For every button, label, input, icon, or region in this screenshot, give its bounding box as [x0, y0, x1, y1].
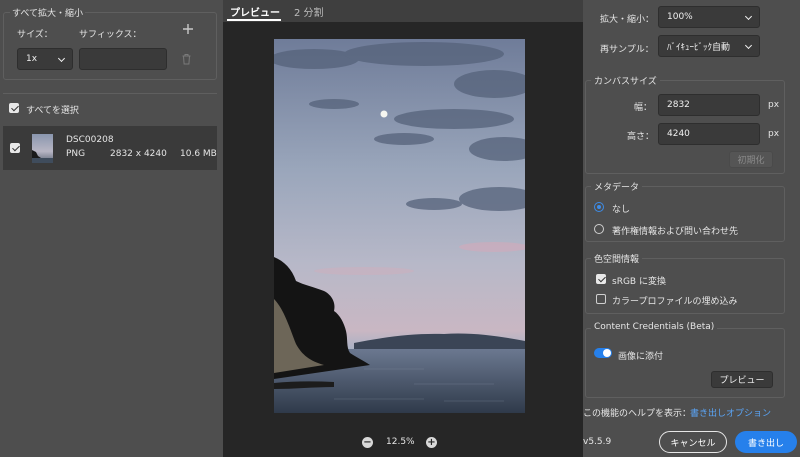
- scale-label: 拡大・縮小：: [600, 15, 655, 25]
- zoom-out-icon[interactable]: −: [362, 437, 373, 448]
- chevron-down-icon: [57, 54, 66, 63]
- metadata-copyright-radio[interactable]: [594, 224, 604, 234]
- resample-select[interactable]: ﾊﾞｲｷｭｰﾋﾞｯｸ自動: [658, 35, 760, 57]
- scale-select[interactable]: 100%: [658, 6, 760, 28]
- preview-image: [274, 39, 525, 413]
- width-input-value: 2832: [667, 100, 690, 110]
- suffix-label: サフィックス：: [79, 30, 142, 40]
- scale-all-title: すべて拡大・縮小: [10, 6, 86, 19]
- trash-icon[interactable]: [181, 53, 192, 65]
- cancel-button[interactable]: キャンセル: [659, 431, 727, 453]
- plus-icon[interactable]: [182, 23, 194, 35]
- srgb-checkbox[interactable]: [596, 274, 606, 284]
- resample-select-value: ﾊﾞｲｷｭｰﾋﾞｯｸ自動: [667, 42, 731, 53]
- zoom-in-icon[interactable]: +: [426, 437, 437, 448]
- chevron-down-icon: [744, 41, 753, 50]
- select-all-label: すべてを選択: [26, 106, 79, 116]
- width-label: 幅：: [634, 103, 653, 113]
- file-row-checkbox[interactable]: [10, 143, 20, 153]
- tab-preview[interactable]: プレビュー: [230, 4, 280, 19]
- zoom-level: 12.5%: [386, 437, 415, 447]
- metadata-none-label: なし: [612, 205, 631, 215]
- canvas-size-title: カンバスサイズ: [591, 74, 660, 87]
- height-input-value: 4240: [667, 129, 690, 139]
- suffix-input[interactable]: [79, 48, 167, 70]
- scale-select-value: 100%: [667, 12, 693, 22]
- help-link[interactable]: 書き出しオプション: [690, 406, 771, 419]
- file-dimensions: 2832 x 4240: [110, 149, 167, 159]
- left-panel: すべて拡大・縮小 サイズ： サフィックス： 1x すべてを選択 DSC00208…: [0, 0, 222, 457]
- file-row[interactable]: DSC00208 PNG 2832 x 4240 10.6 MB: [3, 126, 217, 170]
- height-unit: px: [768, 129, 780, 139]
- chevron-down-icon: [744, 12, 753, 21]
- size-select-value: 1x: [26, 54, 38, 64]
- color-space-title: 色空間情報: [591, 252, 643, 265]
- active-tab-indicator: [227, 19, 281, 21]
- embed-profile-checkbox[interactable]: [596, 294, 606, 304]
- height-label: 高さ：: [627, 132, 655, 142]
- file-size: 10.6 MB: [180, 149, 217, 159]
- srgb-label: sRGB に変換: [612, 277, 666, 287]
- divider: [3, 93, 217, 94]
- metadata-copyright-label: 著作権情報および問い合わせ先: [612, 227, 739, 237]
- file-format: PNG: [66, 149, 86, 159]
- content-credentials-title: Content Credentials (Beta): [591, 322, 718, 332]
- attach-credentials-label: 画像に添付: [618, 352, 664, 362]
- reset-button[interactable]: 初期化: [729, 151, 773, 168]
- attach-credentials-toggle[interactable]: [594, 348, 612, 358]
- tab-split[interactable]: 2 分割: [294, 4, 324, 19]
- credentials-preview-button[interactable]: プレビュー: [711, 371, 773, 388]
- metadata-title: メタデータ: [591, 180, 643, 193]
- help-text: この機能のヘルプを表示：: [583, 409, 692, 419]
- size-select[interactable]: 1x: [17, 48, 73, 70]
- size-label: サイズ：: [17, 30, 53, 40]
- width-input[interactable]: 2832: [658, 94, 760, 116]
- resample-label: 再サンプル：: [600, 45, 654, 55]
- file-thumbnail: [32, 134, 53, 163]
- height-input[interactable]: 4240: [658, 123, 760, 145]
- embed-profile-label: カラープロファイルの埋め込み: [612, 297, 738, 307]
- version-label: v5.5.9: [583, 437, 612, 447]
- select-all-checkbox[interactable]: [9, 103, 19, 113]
- width-unit: px: [768, 100, 780, 110]
- export-button[interactable]: 書き出し: [735, 431, 797, 453]
- metadata-none-radio[interactable]: [594, 202, 604, 212]
- file-name: DSC00208: [66, 135, 114, 145]
